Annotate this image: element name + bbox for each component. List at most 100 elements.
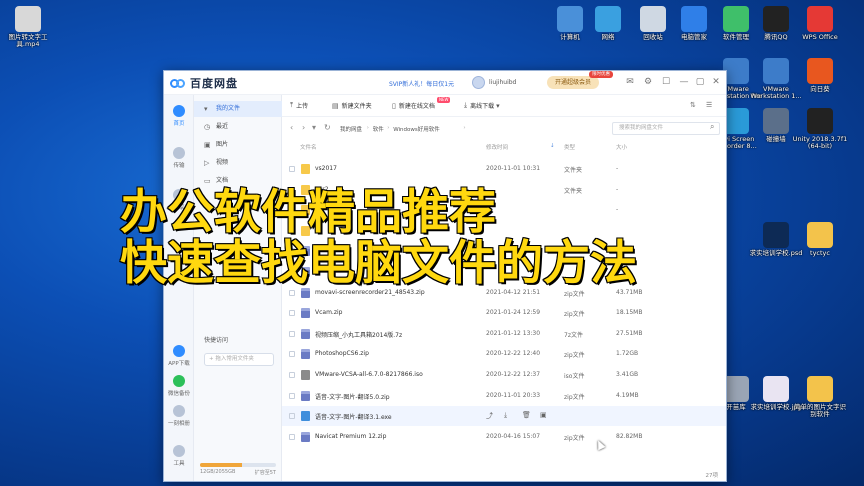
file-name[interactable]: PhotoshopCS6.zip — [315, 350, 369, 357]
rail-wechat-backup[interactable]: 微信备份 — [164, 375, 194, 397]
cloud-logo-icon — [170, 76, 186, 90]
expand-storage-link[interactable]: 扩容至5T — [255, 469, 276, 476]
table-row[interactable]: PhotoshopCS6.zip 2020-12-22 12:40 zip文件 1.7… — [282, 344, 726, 364]
row-checkbox[interactable] — [289, 166, 295, 172]
row-checkbox[interactable] — [289, 392, 295, 399]
back-icon[interactable]: ‹ — [290, 123, 293, 132]
unity-icon — [807, 108, 833, 134]
sidebar-item-videos[interactable]: ▷ 视频 — [194, 155, 282, 171]
table-row[interactable]: vs2017 2020-11-01 10:31 文件夹 - — [282, 159, 726, 179]
file-type: zip文件 — [564, 393, 585, 401]
search-icon[interactable]: ⌕ — [710, 122, 714, 132]
sidebar-item-recent[interactable]: ◷ 最近 — [194, 119, 282, 135]
overlay-line-2: 快速查找电脑文件的方法 — [119, 235, 638, 291]
desktop-icon[interactable]: Unity 2018.3.7f1 (64-bit) — [792, 108, 848, 151]
mail-icon[interactable]: ✉ — [624, 76, 636, 88]
transfer-icon — [173, 147, 185, 159]
desktop-icon[interactable]: tyctyc — [792, 222, 848, 257]
more-icon[interactable]: ▣ — [540, 411, 547, 419]
table-row[interactable]: 语音-文字-图片-翻译5.0.zip 2020-11-01 20:33 zip文件 4… — [282, 386, 726, 406]
rail-home[interactable]: 首页 — [164, 105, 194, 127]
desktop-icon-label: 向日葵 — [810, 85, 830, 93]
row-checkbox[interactable] — [289, 310, 295, 317]
rail-transfer[interactable]: 传输 — [164, 147, 194, 169]
vmware-icon — [763, 58, 789, 84]
rail-tools[interactable]: 工具 — [164, 445, 194, 467]
row-checkbox[interactable] — [289, 351, 295, 358]
rail-tools-label: 工具 — [173, 461, 185, 467]
share-icon[interactable]: ⤴ — [486, 411, 493, 421]
desktop-icon-label: tyctyc — [810, 249, 830, 257]
breadcrumb-separator-icon: › — [387, 125, 390, 131]
table-row[interactable]: Navicat Premium 12.zip 2020-04-16 15:07 zi… — [282, 427, 726, 447]
file-type: zip文件 — [564, 311, 585, 319]
maximize-icon[interactable]: ▢ — [694, 76, 706, 88]
table-row[interactable]: VMware-VCSA-all-6.7.0-8217866.iso 2020-12… — [282, 365, 726, 385]
column-name[interactable]: 文件名 — [300, 143, 317, 151]
sort-icon[interactable]: ⇅ — [690, 101, 696, 109]
rail-album-label: 一刻相册 — [167, 421, 190, 427]
table-row[interactable]: 视频压缩_小丸工具箱2014版.7z 2021-01-12 13:30 7z文件 27… — [282, 324, 726, 344]
breadcrumb-item[interactable]: Windows好用软件 — [393, 125, 440, 133]
table-row[interactable]: 语音-文字-图片-翻译3.1.exe ⤴ ⤓ 🗑 ▣ — [282, 406, 726, 427]
file-name[interactable]: VMware-VCSA-all-6.7.0-8217866.iso — [315, 371, 423, 378]
quick-access-drop-zone[interactable]: + 拖入常用文件夹 — [204, 353, 274, 366]
sidebar-item-label: 最近 — [216, 123, 229, 130]
dropdown-icon[interactable]: ▾ — [312, 123, 316, 132]
breadcrumb-item[interactable]: 软件 — [373, 125, 384, 133]
refresh-icon[interactable]: ↻ — [324, 123, 331, 132]
pc-manager-icon — [681, 6, 707, 32]
desktop-icon[interactable]: 简单的图片文字识别软件 — [792, 376, 848, 419]
new-online-doc-label: 新建在线文档 — [398, 103, 435, 110]
row-checkbox[interactable] — [289, 413, 295, 420]
row-checkbox[interactable] — [289, 433, 295, 440]
new-online-doc-button[interactable]: ▯ 新建在线文档 — [392, 101, 435, 111]
row-checkbox[interactable] — [289, 330, 295, 337]
desktop-icon[interactable]: WPS Office — [792, 6, 848, 41]
zip-file-icon — [301, 308, 310, 319]
video-file-icon — [15, 6, 41, 32]
table-row[interactable]: Vcam.zip 2021-01-24 12:59 zip文件 18.15MB — [282, 303, 726, 323]
username[interactable]: liujihuibd — [489, 79, 516, 86]
file-name[interactable]: 视频压缩_小丸工具箱2014版.7z — [315, 330, 402, 339]
file-size: 82.82MB — [616, 432, 643, 440]
column-type[interactable]: 类型 — [564, 143, 575, 151]
column-date[interactable]: 修改时间 — [486, 143, 508, 151]
album-icon — [173, 405, 185, 417]
desktop-icon[interactable]: 向日葵 — [792, 58, 848, 93]
title-bar[interactable]: 百度网盘 SVIP新人礼！每日仅1元 liujihuibd 开通超级会员 限时优… — [164, 71, 726, 95]
app-name: 百度网盘 — [190, 77, 238, 90]
delete-icon[interactable]: 🗑 — [522, 411, 531, 419]
file-name[interactable]: Vcam.zip — [315, 309, 342, 316]
rail-album[interactable]: 一刻相册 — [164, 405, 194, 427]
sidebar-item-images[interactable]: ▣ 图片 — [194, 137, 282, 153]
upload-button[interactable]: ⤒ 上传 — [290, 101, 308, 110]
settings-gear-icon[interactable]: ⚙ — [642, 76, 654, 88]
list-view-icon[interactable]: ☰ — [706, 101, 712, 109]
file-size: 1.72GB — [616, 350, 639, 358]
file-type: iso文件 — [564, 373, 585, 380]
column-size[interactable]: 大小 — [616, 143, 627, 151]
file-name[interactable]: Navicat Premium 12.zip — [315, 433, 386, 440]
file-name[interactable]: vs2017 — [315, 165, 337, 172]
promo-overlay-text: 办公软件精品推荐 快速查找电脑文件的方法 — [119, 186, 638, 291]
file-name[interactable]: 语音-文字-图片-翻译5.0.zip — [315, 392, 390, 401]
sort-arrow-icon[interactable]: ↓ — [550, 143, 555, 149]
close-icon[interactable]: ✕ — [710, 76, 722, 88]
breadcrumb-item[interactable]: 我的网盘 — [340, 125, 362, 133]
user-avatar[interactable] — [472, 76, 485, 89]
offline-download-button[interactable]: ⤓ 离线下载 ▾ — [464, 101, 503, 110]
rail-app-download[interactable]: APP下载 — [164, 345, 194, 367]
theme-icon[interactable]: ☐ — [660, 76, 672, 88]
rail-transfer-label: 传输 — [173, 163, 185, 169]
forward-icon[interactable]: › — [302, 123, 305, 132]
sidebar-item-my-files[interactable]: ▾ 我的文件 — [194, 101, 282, 117]
desktop-icon[interactable]: 图片转文字工具.mp4 — [0, 6, 56, 49]
minimize-icon[interactable]: — — [678, 76, 690, 88]
row-checkbox[interactable] — [289, 372, 295, 378]
download-icon[interactable]: ⤓ — [504, 411, 507, 420]
new-folder-button[interactable]: ▤ 新建文件夹 — [332, 101, 372, 111]
file-name[interactable]: 语音-文字-图片-翻译3.1.exe — [315, 412, 392, 421]
search-input[interactable]: 搜索我的网盘文件 — [612, 122, 720, 135]
svip-promo-link[interactable]: SVIP新人礼！每日仅1元 — [389, 79, 454, 88]
